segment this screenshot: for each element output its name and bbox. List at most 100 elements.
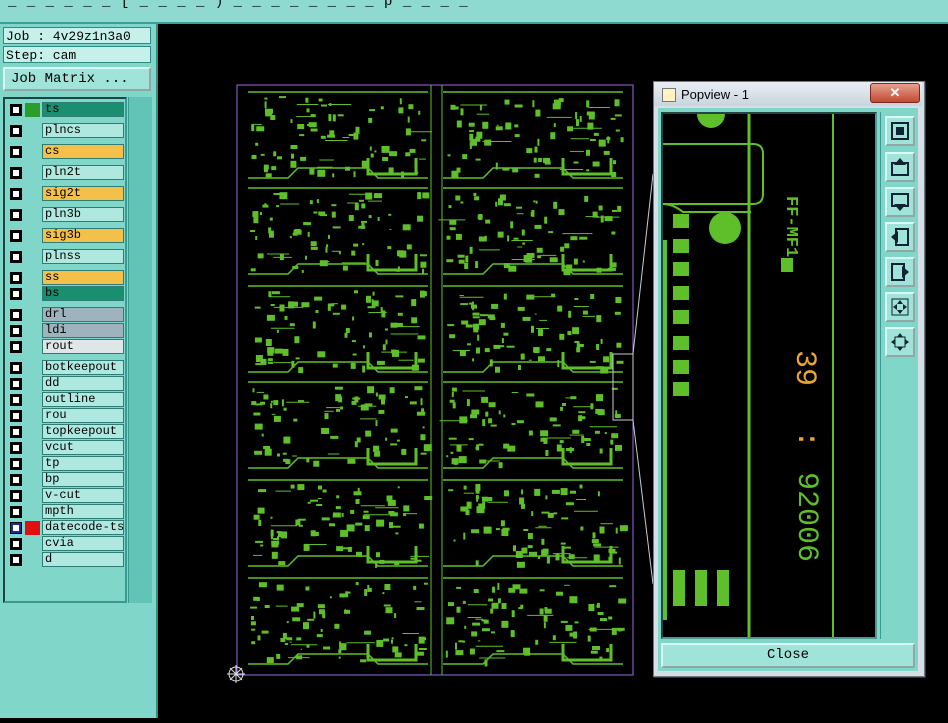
pcb-unit bbox=[248, 187, 430, 275]
popview-titlebar[interactable]: Popview - 1 ✕ bbox=[654, 82, 922, 106]
layer-checkbox[interactable] bbox=[10, 362, 22, 374]
layer-name[interactable]: botkeepout bbox=[42, 360, 124, 375]
title-bar: _ _ _ _ _ _ [ _ _ _ _ ) _ _ _ _ _ _ _ _ … bbox=[0, 0, 948, 24]
layer-row-plnss[interactable]: plnss bbox=[8, 249, 126, 264]
layer-checkbox[interactable] bbox=[10, 506, 22, 518]
layer-checkbox[interactable] bbox=[10, 442, 22, 454]
layer-row-sig2t[interactable]: sig2t bbox=[8, 186, 126, 201]
layer-name[interactable]: rout bbox=[42, 339, 124, 354]
layer-checkbox[interactable] bbox=[10, 474, 22, 486]
layer-checkbox[interactable] bbox=[10, 490, 22, 502]
layer-name[interactable]: sig2t bbox=[42, 186, 124, 201]
zoom-out-icon[interactable] bbox=[885, 327, 915, 357]
close-icon[interactable]: ✕ bbox=[870, 83, 920, 103]
layer-checkbox[interactable] bbox=[10, 251, 22, 263]
layer-row-cs[interactable]: cs bbox=[8, 144, 126, 159]
job-matrix-button[interactable]: Job Matrix ... bbox=[3, 67, 151, 91]
layer-name[interactable]: dd bbox=[42, 376, 124, 391]
silk-text-92006: 92006 bbox=[789, 472, 823, 562]
layer-checkbox[interactable] bbox=[10, 125, 22, 137]
layer-checkbox[interactable] bbox=[10, 309, 22, 321]
pan-up-icon[interactable] bbox=[885, 152, 915, 182]
layer-checkbox[interactable] bbox=[10, 522, 22, 534]
origin-marker-icon bbox=[227, 665, 245, 683]
layer-checkbox[interactable] bbox=[10, 538, 22, 550]
layer-checkbox[interactable] bbox=[10, 378, 22, 390]
layer-row-tp[interactable]: tp bbox=[8, 456, 126, 471]
popview-toolbar bbox=[880, 112, 917, 639]
pan-right-icon[interactable] bbox=[885, 257, 915, 287]
layer-name[interactable]: datecode-ts bbox=[42, 520, 124, 535]
layer-name[interactable]: mpth bbox=[42, 504, 124, 519]
layer-row-rout[interactable]: rout bbox=[8, 339, 126, 354]
layer-row-pln3b[interactable]: pln3b bbox=[8, 207, 126, 222]
layer-name[interactable]: cs bbox=[42, 144, 124, 159]
layer-row-pln2t[interactable]: pln2t bbox=[8, 165, 126, 180]
layer-row-datecode-ts[interactable]: datecode-ts bbox=[8, 520, 126, 535]
layer-name[interactable]: vcut bbox=[42, 440, 124, 455]
popview-window[interactable]: Popview - 1 ✕ FF-MF1 39 92006: Close bbox=[653, 81, 925, 677]
layer-name[interactable]: rou bbox=[42, 408, 124, 423]
layer-name[interactable]: tp bbox=[42, 456, 124, 471]
layer-row-outline[interactable]: outline bbox=[8, 392, 126, 407]
layer-checkbox[interactable] bbox=[10, 146, 22, 158]
layer-checkbox[interactable] bbox=[10, 272, 22, 284]
layer-row-bp[interactable]: bp bbox=[8, 472, 126, 487]
layer-name[interactable]: topkeepout bbox=[42, 424, 124, 439]
layer-color-swatch[interactable] bbox=[25, 103, 40, 117]
zoom-in-icon[interactable] bbox=[885, 292, 915, 322]
layer-checkbox[interactable] bbox=[10, 188, 22, 200]
layer-row-bs[interactable]: bs bbox=[8, 286, 126, 301]
layer-row-mpth[interactable]: mpth bbox=[8, 504, 126, 519]
layer-name[interactable]: bp bbox=[42, 472, 124, 487]
layer-name[interactable]: d bbox=[42, 552, 124, 567]
layer-checkbox[interactable] bbox=[10, 458, 22, 470]
popview-zoom-view[interactable]: FF-MF1 39 92006 : bbox=[661, 100, 877, 639]
layer-row-dd[interactable]: dd bbox=[8, 376, 126, 391]
pan-left-icon[interactable] bbox=[885, 222, 915, 252]
layer-checkbox[interactable] bbox=[10, 341, 22, 353]
layer-name[interactable]: bs bbox=[42, 286, 124, 301]
layer-row-plncs[interactable]: plncs bbox=[8, 123, 126, 138]
layer-row-rou[interactable]: rou bbox=[8, 408, 126, 423]
layer-checkbox[interactable] bbox=[10, 230, 22, 242]
layer-row-topkeepout[interactable]: topkeepout bbox=[8, 424, 126, 439]
layer-checkbox[interactable] bbox=[10, 325, 22, 337]
layer-name[interactable]: pln2t bbox=[42, 165, 124, 180]
layer-checkbox[interactable] bbox=[10, 167, 22, 179]
layer-name[interactable]: sig3b bbox=[42, 228, 124, 243]
layer-checkbox[interactable] bbox=[10, 104, 22, 116]
layer-name[interactable]: ts bbox=[42, 102, 124, 117]
layer-color-swatch[interactable] bbox=[25, 521, 40, 535]
layer-checkbox[interactable] bbox=[10, 394, 22, 406]
layer-name[interactable]: ldi bbox=[42, 323, 124, 338]
layer-row-vcut[interactable]: vcut bbox=[8, 440, 126, 455]
pan-down-icon[interactable] bbox=[885, 187, 915, 217]
layer-name[interactable]: plnss bbox=[42, 249, 124, 264]
layer-name[interactable]: outline bbox=[42, 392, 124, 407]
layer-row-botkeepout[interactable]: botkeepout bbox=[8, 360, 126, 375]
layer-checkbox[interactable] bbox=[10, 288, 22, 300]
layer-checkbox[interactable] bbox=[10, 209, 22, 221]
fit-icon[interactable] bbox=[885, 116, 915, 146]
pcb-unit bbox=[443, 91, 624, 179]
layer-row-sig3b[interactable]: sig3b bbox=[8, 228, 126, 243]
layer-row-ts[interactable]: ts bbox=[8, 102, 126, 117]
layer-name[interactable]: cvia bbox=[42, 536, 124, 551]
layer-checkbox[interactable] bbox=[10, 410, 22, 422]
layer-row-cvia[interactable]: cvia bbox=[8, 536, 126, 551]
layer-row-d[interactable]: d bbox=[8, 552, 126, 567]
layer-name[interactable]: v-cut bbox=[42, 488, 124, 503]
layer-checkbox[interactable] bbox=[10, 554, 22, 566]
layer-name[interactable]: drl bbox=[42, 307, 124, 322]
layer-name[interactable]: pln3b bbox=[42, 207, 124, 222]
close-button[interactable]: Close bbox=[661, 643, 915, 668]
layer-name[interactable]: ss bbox=[42, 270, 124, 285]
layer-name[interactable]: plncs bbox=[42, 123, 124, 138]
layer-row-ldi[interactable]: ldi bbox=[8, 323, 126, 338]
layer-list-scrollbar[interactable] bbox=[128, 97, 152, 603]
layer-row-v-cut[interactable]: v-cut bbox=[8, 488, 126, 503]
layer-checkbox[interactable] bbox=[10, 426, 22, 438]
layer-row-ss[interactable]: ss bbox=[8, 270, 126, 285]
layer-row-drl[interactable]: drl bbox=[8, 307, 126, 322]
